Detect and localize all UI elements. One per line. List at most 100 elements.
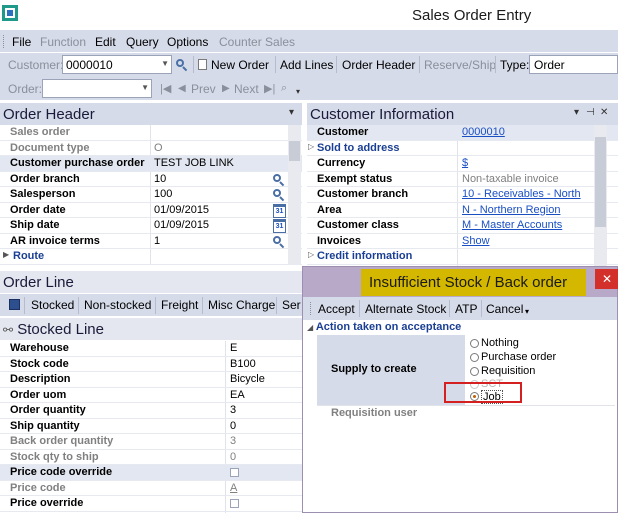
toolbar-grip-handle[interactable] (310, 302, 313, 315)
section-link[interactable]: Credit information (317, 250, 412, 262)
expand-arrow-icon[interactable]: ▶ (3, 250, 9, 259)
field-value-link[interactable]: 10 - Receivables - North (462, 188, 581, 200)
calendar-icon[interactable]: 31 (273, 203, 286, 218)
menu-file[interactable]: File (12, 35, 31, 49)
option-requisition-radio[interactable] (470, 367, 479, 376)
save-icon[interactable] (9, 299, 20, 310)
field-value[interactable]: E (230, 342, 237, 354)
option-purchase-order-label[interactable]: Purchase order (481, 351, 556, 363)
calendar-icon[interactable]: 31 (273, 219, 286, 233)
form-row: Customer class M - Master Accounts (307, 218, 618, 234)
field-value[interactable]: TEST JOB LINK (154, 157, 234, 169)
field-value-link[interactable]: N - Northern Region (462, 204, 560, 216)
field-value[interactable]: 0 (230, 420, 236, 432)
field-value-link[interactable]: Show (462, 235, 490, 247)
chevron-down-icon[interactable]: ▼ (141, 83, 149, 92)
last-record-icon[interactable]: ▶| (264, 82, 275, 95)
type-field[interactable]: Order (529, 55, 618, 74)
field-value[interactable]: 10 (154, 173, 166, 185)
option-nothing-label[interactable]: Nothing (481, 337, 519, 349)
field-label: Warehouse (10, 342, 69, 354)
form-row: Stock code B100 (0, 357, 302, 372)
menu-options[interactable]: Options (167, 35, 208, 49)
form-row: Warehouse E (0, 341, 302, 357)
search-icon[interactable] (273, 235, 285, 248)
field-value-link[interactable]: M - Master Accounts (462, 219, 562, 231)
cancel-button[interactable]: Cancel (486, 302, 523, 316)
toolbar-overflow-icon[interactable]: ▾ (296, 87, 300, 96)
order-header-grid: Sales order Document type O Customer purc… (0, 125, 302, 265)
panel-menu-icon[interactable]: ▾ (289, 107, 294, 118)
option-purchase-order-radio[interactable] (470, 353, 479, 362)
stocked-button[interactable]: Stocked (31, 298, 74, 312)
menu-counter-sales[interactable]: Counter Sales (219, 35, 295, 49)
field-value[interactable]: 01/09/2015 (154, 204, 209, 216)
field-value-link[interactable]: $ (462, 157, 468, 169)
order-header-scrollbar[interactable] (288, 125, 301, 265)
menu-query[interactable]: Query (126, 35, 159, 49)
dialog-title: Insufficient Stock / Back order (361, 269, 586, 296)
form-row: Currency $ (307, 156, 618, 172)
customer-info-scrollbar[interactable] (594, 125, 607, 266)
reserve-ship-button[interactable]: Reserve/Ship (424, 58, 496, 72)
action-section-title[interactable]: ◢ Action taken on acceptance (307, 321, 461, 333)
field-label: AR invoice terms (10, 234, 100, 247)
next-button[interactable]: Next (234, 82, 259, 96)
order-combo[interactable]: ▼ (42, 79, 152, 98)
menu-function[interactable]: Function (40, 35, 86, 49)
panel-menu-icon[interactable]: ▾ (574, 107, 579, 118)
toolbar-overflow-icon[interactable]: ▾ (525, 307, 529, 316)
close-icon[interactable]: ✕ (595, 269, 618, 289)
field-value[interactable]: 3 (230, 404, 236, 416)
search-icon[interactable] (176, 59, 188, 72)
customer-info-grid: Customer 0000010 ▷ Sold to address Curren… (307, 125, 618, 266)
search-icon[interactable] (273, 189, 285, 202)
misc-charge-button[interactable]: Misc Charge (208, 298, 275, 312)
field-value[interactable]: 1 (154, 235, 160, 247)
price-code-override-checkbox[interactable] (230, 468, 239, 477)
section-link[interactable]: Route (13, 250, 44, 262)
option-requisition-label[interactable]: Requisition (481, 365, 535, 377)
field-value[interactable]: B100 (230, 358, 256, 370)
close-icon[interactable]: ✕ (600, 107, 608, 118)
field-label: Customer class (317, 219, 399, 231)
field-value[interactable]: 100 (154, 188, 172, 200)
atp-button[interactable]: ATP (455, 302, 477, 316)
price-override-checkbox[interactable] (230, 499, 239, 508)
search-icon[interactable] (273, 173, 285, 186)
search-icon[interactable]: ⌕ (281, 82, 287, 95)
option-nothing-radio[interactable] (470, 339, 479, 348)
field-label: Price override (10, 497, 84, 509)
field-value: Non-taxable invoice (462, 172, 559, 185)
job-option-highlight (444, 382, 522, 403)
field-value[interactable]: EA (230, 389, 245, 401)
dialog-title-bar[interactable]: Insufficient Stock / Back order ✕ (303, 267, 618, 297)
order-header-button[interactable]: Order Header (342, 58, 415, 72)
freight-button[interactable]: Freight (161, 298, 198, 312)
form-row: Document type O (0, 141, 302, 156)
non-stocked-button[interactable]: Non-stocked (84, 298, 151, 312)
link-icon: ⚯ (3, 323, 14, 337)
expand-arrow-icon[interactable]: ▷ (308, 142, 314, 151)
field-value[interactable]: 01/09/2015 (154, 219, 209, 231)
field-label: Price code override (10, 466, 113, 478)
first-record-icon[interactable]: |◀ (160, 82, 171, 95)
pin-icon[interactable]: ⊣ (586, 107, 595, 118)
menu-grip-handle[interactable] (3, 35, 6, 48)
alternate-stock-button[interactable]: Alternate Stock (365, 302, 446, 316)
customer-combo[interactable]: 0000010 ▼ (62, 55, 172, 74)
field-label: Stock code (10, 357, 69, 370)
new-order-button[interactable]: New Order (211, 58, 269, 72)
prev-button[interactable]: Prev (191, 82, 216, 96)
form-row: ▷ Sold to address (307, 141, 618, 156)
accept-button[interactable]: Accept (318, 302, 355, 316)
field-value[interactable]: Bicycle (230, 373, 265, 385)
expand-arrow-icon[interactable]: ▷ (308, 250, 314, 259)
ser-button[interactable]: Ser (282, 298, 301, 312)
add-lines-button[interactable]: Add Lines (280, 58, 333, 72)
menu-edit[interactable]: Edit (95, 35, 116, 49)
form-row: Ship quantity 0 (0, 419, 302, 434)
chevron-down-icon[interactable]: ▼ (161, 59, 169, 68)
section-link[interactable]: Sold to address (317, 142, 400, 154)
field-value-link[interactable]: 0000010 (462, 126, 505, 138)
